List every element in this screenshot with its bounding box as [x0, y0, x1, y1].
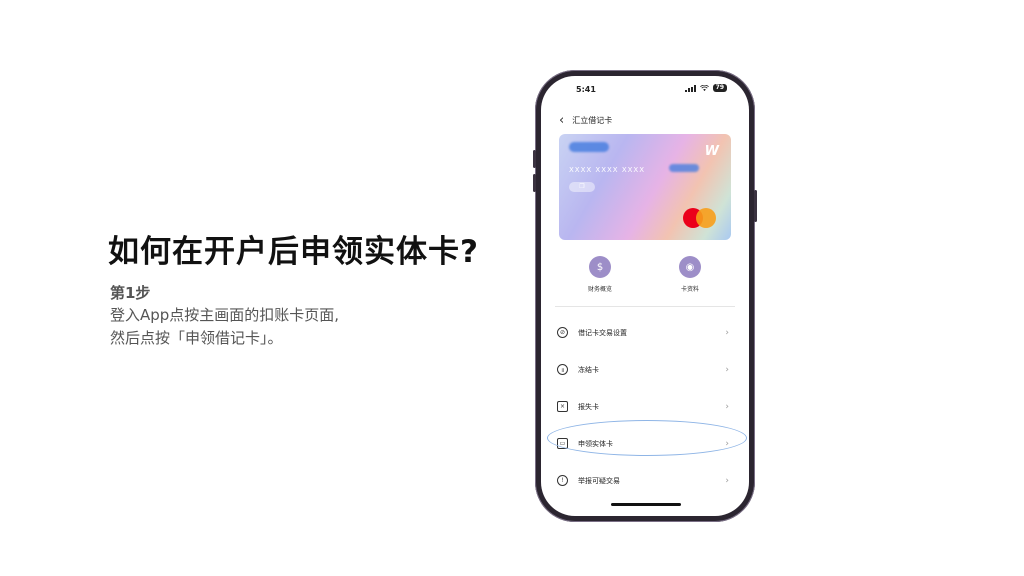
report-icon: ×	[557, 401, 568, 412]
quick-action-overview[interactable]: $ 财务概览	[580, 256, 620, 293]
quick-action-label: 财务概览	[587, 286, 612, 293]
menu-item-label: 报失卡	[578, 402, 599, 411]
phone-screen: 5:41 79 ‹ 汇立借记卡 XXXX XXXX XXXX ❐ W $ 财务概…	[541, 76, 749, 516]
chevron-right-icon: ›	[725, 364, 729, 375]
chevron-right-icon: ›	[725, 327, 729, 338]
battery-icon: 79	[712, 84, 727, 92]
step-line-2: 然后点按「申领借记卡」。	[110, 329, 283, 347]
menu-item-freeze-card[interactable]: ॥ 冻结卡 ›	[541, 351, 749, 388]
menu-item-transaction-settings[interactable]: ⊘ 借记卡交易设置 ›	[541, 314, 749, 351]
step-line-1: 登入App点按主画面的扣账卡页面,	[110, 306, 340, 324]
headline: 如何在开户后申领实体卡?	[108, 234, 479, 270]
mastercard-logo	[683, 208, 717, 228]
card-menu-list: ⊘ 借记卡交易设置 › ॥ 冻结卡 › × 报失卡 › ▭ 申领实体卡 › !	[541, 314, 749, 499]
menu-item-label: 冻结卡	[578, 365, 599, 374]
nav-bar: ‹ 汇立借记卡	[559, 114, 612, 127]
eye-icon: ◉	[679, 256, 701, 278]
wifi-icon	[699, 84, 709, 91]
card-number: XXXX XXXX XXXX	[569, 166, 645, 174]
chevron-right-icon: ›	[725, 401, 729, 412]
volume-down-button	[533, 174, 536, 192]
copy-icon[interactable]: ❐	[569, 182, 595, 192]
status-time: 5:41	[576, 85, 596, 94]
brand-logo: W	[704, 144, 719, 159]
menu-item-label: 举报可疑交易	[578, 476, 620, 485]
menu-item-report-suspicious[interactable]: ! 举报可疑交易 ›	[541, 462, 749, 499]
menu-item-label: 借记卡交易设置	[578, 328, 627, 337]
nav-title: 汇立借记卡	[572, 116, 613, 125]
divider	[555, 306, 735, 307]
volume-up-button	[533, 150, 536, 168]
power-button	[754, 190, 757, 222]
signal-icon	[684, 84, 696, 92]
chevron-right-icon: ›	[725, 475, 729, 486]
dollar-coin-icon: $	[589, 256, 611, 278]
phone-frame: 5:41 79 ‹ 汇立借记卡 XXXX XXXX XXXX ❐ W $ 财务概…	[533, 70, 757, 522]
card-number-redacted	[669, 164, 699, 172]
status-bar: 5:41 79	[541, 76, 749, 100]
quick-actions: $ 财务概览 ◉ 卡资料	[541, 256, 749, 293]
home-indicator[interactable]	[611, 503, 681, 506]
alert-icon: !	[557, 475, 568, 486]
debit-card[interactable]: XXXX XXXX XXXX ❐ W	[559, 134, 731, 240]
highlight-annotation	[547, 420, 747, 456]
back-arrow-icon[interactable]: ‹	[559, 114, 564, 127]
cardholder-name-redacted	[569, 142, 609, 152]
step-body: 登入App点按主画面的扣账卡页面, 然后点按「申领借记卡」。	[110, 304, 410, 350]
no-entry-icon: ⊘	[557, 327, 568, 338]
quick-action-label: 卡资料	[680, 286, 699, 293]
quick-action-card-info[interactable]: ◉ 卡资料	[670, 256, 710, 293]
step-title: 第1步	[110, 284, 151, 302]
pause-icon: ॥	[557, 364, 568, 375]
status-icons: 79	[684, 84, 727, 92]
